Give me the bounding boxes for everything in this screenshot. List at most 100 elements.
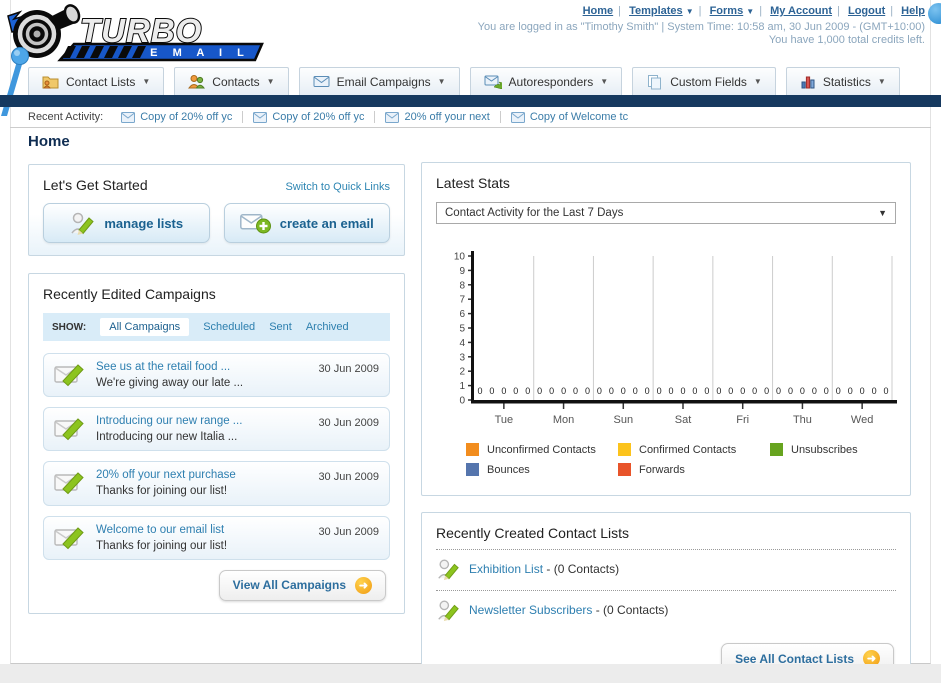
nav-tab-custom-fields[interactable]: Custom Fields ▼	[632, 67, 776, 95]
legend-swatch	[618, 443, 631, 456]
main-navigation: Contact Lists ▼ Contacts ▼ Email Campaigns…	[28, 67, 900, 95]
svg-text:0: 0	[573, 386, 578, 396]
svg-text:1: 1	[459, 381, 465, 392]
contact-list-row[interactable]: Exhibition List - (0 Contacts)	[436, 549, 896, 588]
nav-tab-statistics[interactable]: Statistics ▼	[785, 67, 900, 95]
campaign-link[interactable]: See us at the retail food ...	[96, 359, 308, 375]
legend-label: Bounces	[487, 463, 530, 476]
svg-text:0: 0	[633, 386, 638, 396]
credits-info: You have 1,000 total credits left.	[768, 34, 925, 46]
legend-label: Forwards	[639, 463, 685, 476]
campaign-link[interactable]: Welcome to our email list	[96, 522, 308, 538]
legend-swatch	[466, 463, 479, 476]
campaign-subject: Introducing our new Italia ...	[96, 431, 238, 444]
svg-text:0: 0	[716, 386, 721, 396]
header-link-templates[interactable]: Templates	[629, 5, 683, 17]
turbo-logo-graphic: TURBO E M A I L	[7, 4, 264, 62]
legend-label: Unsubscribes	[791, 443, 858, 456]
svg-text:0: 0	[764, 386, 769, 396]
svg-text:0: 0	[788, 386, 793, 396]
svg-text:0: 0	[848, 386, 853, 396]
page-title: Home	[28, 133, 70, 150]
svg-text:0: 0	[884, 386, 889, 396]
filter-tab-sent[interactable]: Sent	[269, 321, 292, 333]
svg-text:Wed: Wed	[851, 414, 873, 426]
recent-activity-item[interactable]: 20% off your next	[375, 111, 501, 123]
svg-text:0: 0	[513, 386, 518, 396]
chevron-down-icon: ▼	[266, 77, 275, 86]
contact-list-link[interactable]: Newsletter Subscribers	[469, 603, 592, 617]
divider	[10, 127, 931, 128]
campaign-row[interactable]: Welcome to our email list Thanks for joi…	[43, 515, 390, 560]
legend-label: Unconfirmed Contacts	[487, 443, 596, 456]
manage-lists-button[interactable]: manage lists	[43, 203, 210, 243]
svg-text:E M A I L: E M A I L	[150, 47, 250, 59]
svg-text:0: 0	[800, 386, 805, 396]
chevron-down-icon: ▼	[877, 77, 886, 86]
campaign-link[interactable]: Introducing our new range ...	[96, 413, 308, 429]
legend-swatch	[770, 443, 783, 456]
campaign-link[interactable]: 20% off your next purchase	[96, 467, 308, 483]
nav-tab-contact-lists[interactable]: Contact Lists ▼	[28, 67, 165, 95]
svg-text:0: 0	[489, 386, 494, 396]
chart-legend: Unconfirmed Contacts Confirmed Contacts Un…	[466, 443, 931, 483]
nav-tab-contacts[interactable]: Contacts ▼	[174, 67, 289, 95]
recent-activity-item[interactable]: Copy of Welcome tc	[501, 111, 638, 123]
svg-text:4: 4	[459, 338, 465, 349]
svg-text:0: 0	[776, 386, 781, 396]
svg-text:Fri: Fri	[736, 414, 749, 426]
chevron-down-icon: ▼	[142, 77, 151, 86]
recent-activity-item[interactable]: Copy of 20% off yc	[243, 111, 376, 123]
svg-text:0: 0	[872, 386, 877, 396]
contact-list-link[interactable]: Exhibition List	[469, 562, 543, 576]
svg-text:7: 7	[459, 295, 465, 306]
legend-item: Unsubscribes	[770, 443, 922, 456]
pages-icon	[648, 74, 662, 89]
envelope-icon	[385, 111, 400, 123]
envelope-plus-icon	[239, 214, 271, 234]
campaign-row[interactable]: See us at the retail food ... We're givi…	[43, 353, 390, 398]
contact-list-row[interactable]: Newsletter Subscribers - (0 Contacts)	[436, 590, 896, 629]
filter-tab-archived[interactable]: Archived	[306, 321, 349, 333]
campaign-row[interactable]: 20% off your next purchase Thanks for jo…	[43, 461, 390, 506]
filter-tab-scheduled[interactable]: Scheduled	[203, 321, 255, 333]
header-link-forms[interactable]: Forms	[710, 5, 744, 17]
svg-text:0: 0	[609, 386, 614, 396]
switch-to-quick-links[interactable]: Switch to Quick Links	[285, 181, 390, 193]
navy-divider-bar	[0, 95, 941, 107]
folder-icon	[42, 76, 59, 89]
svg-text:0: 0	[657, 386, 662, 396]
recent-activity-item[interactable]: Copy of 20% off yc	[111, 111, 244, 123]
create-email-button[interactable]: create an email	[223, 203, 390, 243]
legend-item: Bounces	[466, 463, 618, 476]
svg-text:0: 0	[740, 386, 745, 396]
chevron-down-icon: ▼	[685, 7, 694, 16]
nav-tab-email-campaigns[interactable]: Email Campaigns ▼	[298, 67, 460, 95]
header-link-my-account[interactable]: My Account	[770, 5, 832, 17]
legend-label: Confirmed Contacts	[639, 443, 737, 456]
app-window: TURBO E M A I L Home | Templates ▼ | Forms…	[0, 0, 941, 683]
header-link-logout[interactable]: Logout	[848, 5, 885, 17]
turbo-email-logo[interactable]: TURBO E M A I L	[4, 2, 272, 67]
contact-list-count: - (0 Contacts)	[595, 603, 669, 617]
footer-strip	[0, 664, 941, 683]
recent-activity-label: Recent Activity:	[28, 111, 104, 123]
envelope-pencil-icon	[54, 526, 84, 549]
get-started-title: Let's Get Started	[43, 177, 148, 193]
login-info: You are logged in as "Timothy Smith" | S…	[477, 21, 925, 33]
header-link-help[interactable]: Help	[901, 5, 925, 17]
stats-period-select[interactable]: Contact Activity for the Last 7 Days ▼	[436, 202, 896, 224]
envelope-icon	[313, 76, 330, 87]
svg-text:0: 0	[836, 386, 841, 396]
svg-text:5: 5	[459, 324, 465, 335]
campaign-row[interactable]: Introducing our new range ... Introducin…	[43, 407, 390, 452]
view-all-campaigns-button[interactable]: View All Campaigns ➜	[218, 569, 386, 601]
svg-text:Mon: Mon	[553, 414, 574, 426]
header-link-home[interactable]: Home	[583, 5, 614, 17]
nav-tab-autoresponders[interactable]: Autoresponders ▼	[469, 67, 623, 95]
svg-text:0: 0	[525, 386, 530, 396]
chevron-down-icon: ▼	[437, 77, 446, 86]
svg-text:0: 0	[537, 386, 542, 396]
filter-tab-all-campaigns[interactable]: All Campaigns	[100, 318, 190, 336]
envelope-icon	[253, 111, 268, 123]
